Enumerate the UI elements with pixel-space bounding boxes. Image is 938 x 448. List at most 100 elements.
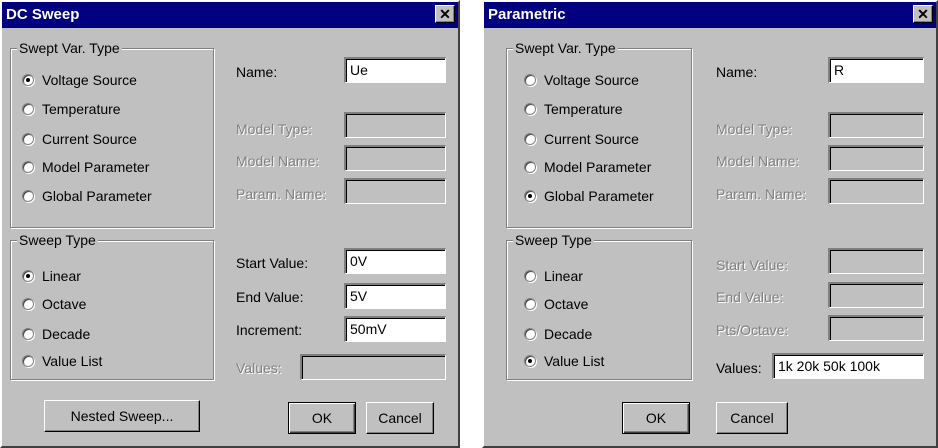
name-field[interactable]: Ue — [344, 57, 446, 83]
radio-label: Temperature — [42, 101, 121, 117]
radio-octave[interactable]: Octave — [22, 294, 86, 314]
radio-temperature[interactable]: Temperature — [22, 99, 121, 119]
radio-label: Linear — [42, 268, 81, 284]
radio-label: Model Parameter — [544, 159, 652, 175]
name-label: Name: — [716, 64, 758, 80]
radio-dot[interactable] — [524, 298, 536, 310]
radio-global-parameter[interactable]: Global Parameter — [22, 186, 152, 206]
pts-octave-label: Pts/Octave: — [716, 322, 789, 338]
model-type-field — [344, 112, 446, 138]
radio-voltage-source[interactable]: Voltage Source — [22, 70, 137, 90]
radio-value-list[interactable]: Value List — [22, 351, 102, 371]
param-name-label: Param. Name: — [716, 186, 807, 202]
radio-dot[interactable] — [22, 190, 34, 202]
swept-var-type-legend: Swept Var. Type — [513, 39, 618, 57]
radio-octave[interactable]: Octave — [524, 294, 588, 314]
radio-dot[interactable] — [524, 355, 536, 367]
radio-decade[interactable]: Decade — [524, 324, 592, 344]
radio-label: Linear — [544, 268, 583, 284]
radio-dot[interactable] — [22, 74, 34, 86]
radio-voltage-source[interactable]: Voltage Source — [524, 70, 639, 90]
start-value-label: Start Value: — [716, 257, 789, 273]
radio-dot[interactable] — [524, 190, 536, 202]
dc-sweep-title: DC Sweep — [6, 6, 80, 23]
radio-current-source[interactable]: Current Source — [22, 129, 137, 149]
start-value-field[interactable]: 0V — [344, 248, 446, 274]
param-name-field — [344, 178, 446, 204]
model-type-label: Model Type: — [716, 121, 793, 137]
radio-dot[interactable] — [22, 270, 34, 282]
radio-value-list[interactable]: Value List — [524, 351, 604, 371]
model-type-field — [828, 112, 924, 138]
dc-sweep-dialog: DC Sweep ✕ Swept Var. Type Voltage Sourc… — [0, 0, 460, 448]
end-value-label: End Value: — [236, 289, 304, 305]
cancel-button[interactable]: Cancel — [716, 402, 788, 434]
radio-decade[interactable]: Decade — [22, 324, 90, 344]
start-value-field — [828, 248, 924, 274]
radio-dot[interactable] — [22, 133, 34, 145]
radio-label: Model Parameter — [42, 159, 150, 175]
radio-dot[interactable] — [22, 103, 34, 115]
radio-dot[interactable] — [524, 328, 536, 340]
swept-var-type-legend: Swept Var. Type — [17, 39, 122, 57]
ok-button[interactable]: OK — [288, 402, 356, 434]
radio-label: Global Parameter — [544, 188, 654, 204]
end-value-field — [828, 282, 924, 308]
radio-label: Decade — [544, 326, 593, 342]
end-value-field[interactable]: 5V — [344, 283, 446, 309]
nested-sweep-button[interactable]: Nested Sweep... — [44, 400, 200, 432]
radio-label: Decade — [42, 326, 91, 342]
radio-dot[interactable] — [524, 74, 536, 86]
radio-label: Voltage Source — [42, 72, 137, 88]
radio-model-parameter[interactable]: Model Parameter — [22, 157, 149, 177]
radio-global-parameter[interactable]: Global Parameter — [524, 186, 654, 206]
values-label: Values: — [716, 360, 762, 376]
radio-label: Value List — [544, 353, 605, 369]
pts-octave-field — [828, 315, 924, 341]
model-type-label: Model Type: — [236, 121, 313, 137]
start-value-label: Start Value: — [236, 255, 309, 271]
values-label: Values: — [236, 360, 282, 376]
radio-label: Voltage Source — [544, 72, 639, 88]
model-name-field — [344, 145, 446, 171]
dc-sweep-titlebar[interactable]: DC Sweep ✕ — [2, 2, 458, 28]
radio-current-source[interactable]: Current Source — [524, 129, 639, 149]
increment-field[interactable]: 50mV — [344, 316, 446, 342]
param-name-label: Param. Name: — [236, 186, 327, 202]
radio-label: Octave — [544, 296, 589, 312]
radio-dot[interactable] — [524, 133, 536, 145]
cancel-button[interactable]: Cancel — [366, 402, 434, 434]
radio-label: Temperature — [544, 101, 623, 117]
radio-dot[interactable] — [524, 270, 536, 282]
name-field[interactable]: R — [828, 57, 924, 83]
radio-label: Current Source — [42, 131, 137, 147]
end-value-label: End Value: — [716, 289, 784, 305]
radio-dot[interactable] — [22, 328, 34, 340]
parametric-titlebar[interactable]: Parametric ✕ — [484, 2, 936, 28]
radio-dot[interactable] — [524, 161, 536, 173]
name-label: Name: — [236, 64, 278, 80]
radio-dot[interactable] — [22, 161, 34, 173]
radio-dot[interactable] — [22, 298, 34, 310]
radio-label: Global Parameter — [42, 188, 152, 204]
radio-linear[interactable]: Linear — [524, 266, 583, 286]
radio-dot[interactable] — [524, 103, 536, 115]
parametric-title: Parametric — [488, 6, 566, 23]
ok-button[interactable]: OK — [622, 402, 690, 434]
model-name-label: Model Name: — [236, 153, 320, 169]
radio-model-parameter[interactable]: Model Parameter — [524, 157, 651, 177]
radio-linear[interactable]: Linear — [22, 266, 81, 286]
radio-temperature[interactable]: Temperature — [524, 99, 623, 119]
sweep-type-legend: Sweep Type — [17, 231, 98, 249]
model-name-label: Model Name: — [716, 153, 800, 169]
parametric-dialog: Parametric ✕ Swept Var. Type Voltage Sou… — [482, 0, 938, 448]
close-icon[interactable]: ✕ — [435, 5, 455, 23]
close-icon[interactable]: ✕ — [913, 5, 933, 23]
sweep-type-legend: Sweep Type — [513, 231, 594, 249]
values-field[interactable]: 1k 20k 50k 100k — [772, 353, 924, 379]
radio-label: Current Source — [544, 131, 639, 147]
radio-dot[interactable] — [22, 355, 34, 367]
radio-label: Octave — [42, 296, 87, 312]
model-name-field — [828, 145, 924, 171]
param-name-field — [828, 178, 924, 204]
